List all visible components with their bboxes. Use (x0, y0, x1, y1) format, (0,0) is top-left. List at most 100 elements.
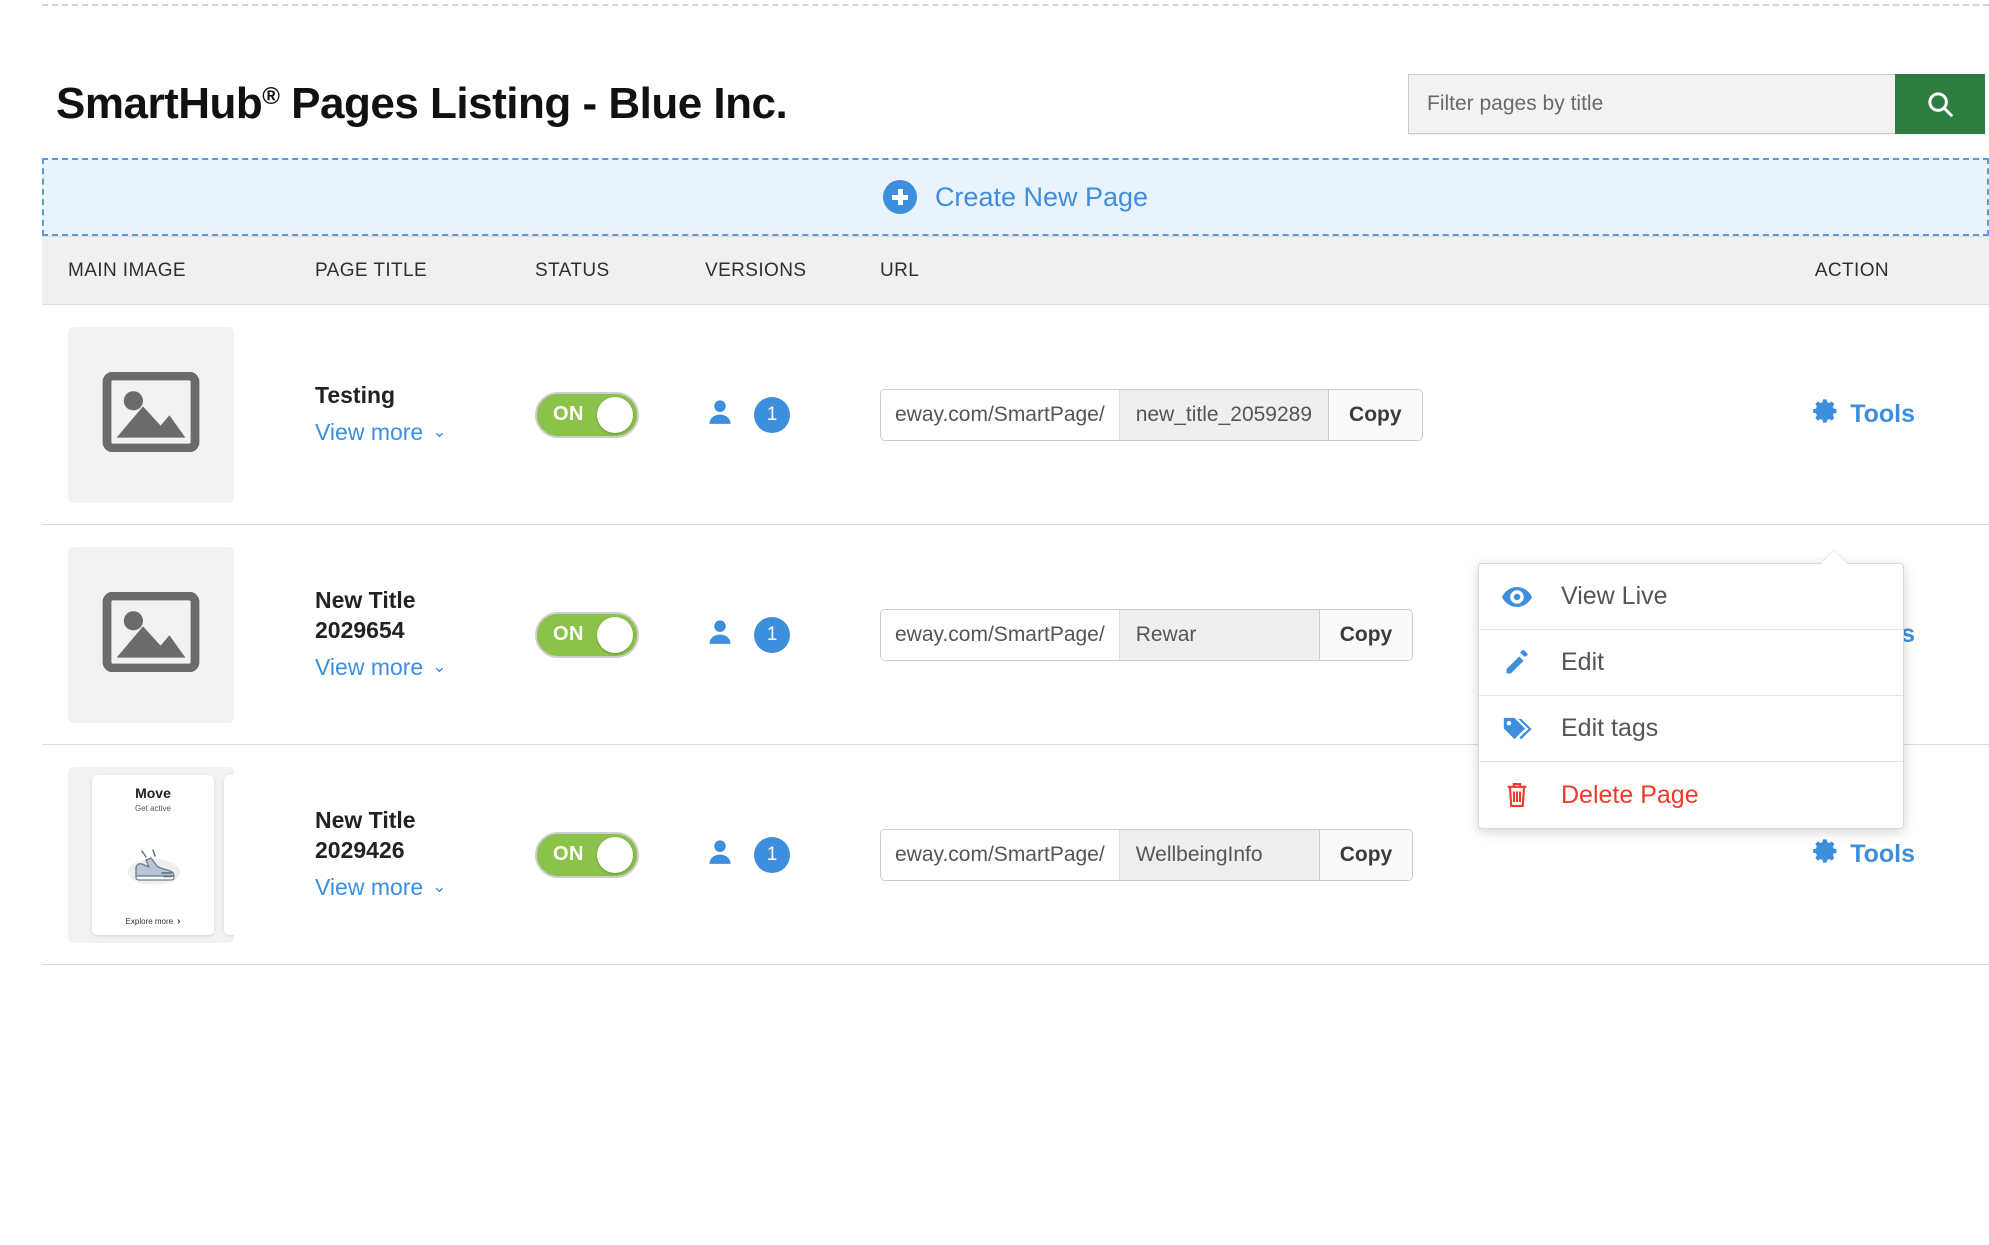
status-toggle[interactable]: ON (535, 391, 639, 438)
apple-illustration (230, 824, 234, 918)
column-header-main-image: MAIN IMAGE (42, 236, 314, 305)
view-more-link[interactable]: View more ⌄ (315, 654, 446, 681)
url-prefix: eway.com/SmartPage/ (881, 829, 1119, 880)
url-slug-input[interactable]: WellbeingInfo (1118, 829, 1319, 880)
url-prefix: eway.com/SmartPage/ (881, 609, 1119, 660)
row-main-image-cell (42, 524, 314, 745)
tools-menu-label: Edit tags (1561, 714, 1659, 742)
page-thumbnail[interactable] (68, 326, 234, 503)
versions-count-badge: 1 (754, 616, 790, 653)
page-title-line1: New Title (315, 586, 416, 613)
tools-menu-item-delete-page[interactable]: Delete Page (1479, 762, 1903, 828)
toggle-knob (597, 396, 633, 433)
copy-button[interactable]: Copy (1328, 389, 1422, 440)
page-title-text: Testing (315, 381, 533, 408)
eye-icon (1501, 586, 1533, 608)
search-input[interactable] (1408, 74, 1895, 134)
trash-icon (1501, 781, 1533, 809)
page-thumbnail[interactable]: Move Get active Explore more › (68, 766, 234, 943)
image-placeholder-icon (102, 591, 200, 677)
row-action-cell: Tools (1479, 304, 1989, 525)
page-thumbnail[interactable] (68, 546, 234, 723)
user-icon (705, 617, 735, 652)
url-group: eway.com/SmartPage/ Rewar Copy (880, 608, 1414, 661)
page-title-prefix: SmartHub (56, 79, 263, 128)
row-url-cell: eway.com/SmartPage/ Rewar Copy (879, 524, 1479, 745)
search-bar (1408, 74, 1985, 134)
page-title-text: New Title 2029426 (315, 806, 533, 862)
tools-menu-item-edit-tags[interactable]: Edit tags (1479, 696, 1903, 762)
view-more-link[interactable]: View more ⌄ (315, 874, 446, 901)
toggle-knob (597, 836, 633, 873)
tools-menu-label: Delete Page (1561, 780, 1699, 809)
column-header-action: ACTION (1479, 236, 1989, 305)
create-new-page-inner: Create New Page (882, 180, 1149, 214)
column-header-versions: VERSIONS (704, 236, 879, 305)
wellness-card-link-label: Explore more (125, 916, 174, 926)
url-prefix: eway.com/SmartPage/ (881, 389, 1119, 440)
tools-button[interactable]: Tools (1812, 837, 1915, 872)
view-more-link[interactable]: View more ⌄ (315, 419, 446, 446)
row-main-image-cell (42, 304, 314, 525)
wellness-cards-thumbnail: Move Get active Explore more › (68, 767, 234, 943)
table-row: Testing View more ⌄ ON 1 eway.com/SmartP… (42, 304, 1989, 525)
copy-button[interactable]: Copy (1318, 609, 1413, 660)
view-more-label: View more (315, 418, 424, 445)
page-title-text: New Title 2029654 (315, 586, 533, 643)
search-button[interactable] (1895, 74, 1985, 134)
table-header-row: MAIN IMAGE PAGE TITLE STATUS VERSIONS UR… (42, 236, 1989, 305)
versions-group: 1 (705, 836, 878, 873)
tag-icon (1501, 715, 1533, 743)
row-url-cell: eway.com/SmartPage/ new_title_2059289 Co… (879, 304, 1479, 525)
tools-menu-label: View Live (1561, 582, 1668, 610)
view-more-label: View more (315, 653, 424, 680)
column-header-status: STATUS (534, 236, 704, 305)
tools-menu-item-view-live[interactable]: View Live (1479, 564, 1903, 630)
search-icon (1925, 89, 1955, 119)
url-group: eway.com/SmartPage/ WellbeingInfo Copy (880, 828, 1414, 881)
status-toggle-label: ON (553, 843, 584, 865)
tools-menu-label: Edit (1561, 648, 1605, 676)
create-new-page-banner[interactable]: Create New Page (42, 158, 1989, 236)
plus-circle-icon (882, 180, 917, 214)
page-title-line1: New Title (315, 806, 416, 833)
status-toggle-label: ON (553, 403, 584, 425)
user-icon (705, 397, 735, 432)
tools-label: Tools (1850, 400, 1915, 428)
row-versions-cell: 1 (704, 524, 879, 745)
create-new-page-label: Create New Page (934, 181, 1149, 212)
view-more-label: View more (315, 873, 424, 900)
wellness-card-title: Move (135, 784, 171, 801)
tools-dropdown-menu: View Live Edit Edit tags Delete Page (1478, 563, 1904, 829)
wellness-card-link: Explore more › (126, 916, 181, 927)
versions-count-badge: 1 (754, 396, 790, 433)
copy-button[interactable]: Copy (1318, 829, 1413, 880)
url-slug-input[interactable]: new_title_2059289 (1118, 389, 1329, 440)
status-toggle[interactable]: ON (535, 831, 639, 878)
pencil-icon (1501, 649, 1533, 677)
tools-button[interactable]: Tools (1812, 397, 1915, 432)
url-slug-input[interactable]: Rewar (1118, 609, 1319, 660)
row-status-cell: ON (534, 304, 704, 525)
row-page-title-cell: New Title 2029654 View more ⌄ (314, 524, 534, 745)
wellness-card-munch: M Eat yo hea (224, 774, 234, 935)
chevron-down-icon: ⌄ (432, 877, 447, 896)
url-group: eway.com/SmartPage/ new_title_2059289 Co… (880, 388, 1423, 441)
versions-count-badge: 1 (754, 836, 790, 873)
page-title: SmartHub® Pages Listing - Blue Inc. (56, 79, 788, 129)
status-toggle[interactable]: ON (535, 611, 639, 658)
chevron-right-icon: › (177, 915, 181, 927)
sneaker-illustration (98, 814, 208, 916)
image-placeholder-icon (102, 371, 200, 457)
table-header: MAIN IMAGE PAGE TITLE STATUS VERSIONS UR… (42, 236, 1989, 305)
toggle-knob (597, 616, 633, 653)
page-title-line2: 2029654 (315, 616, 405, 643)
row-page-title-cell: Testing View more ⌄ (314, 304, 534, 525)
tools-menu-item-edit[interactable]: Edit (1479, 630, 1903, 696)
row-url-cell: eway.com/SmartPage/ WellbeingInfo Copy (879, 744, 1479, 965)
user-icon (705, 837, 735, 872)
row-versions-cell: 1 (704, 744, 879, 965)
page-title-line1: Testing (315, 381, 396, 408)
column-header-page-title: PAGE TITLE (314, 236, 534, 305)
versions-group: 1 (705, 396, 878, 433)
